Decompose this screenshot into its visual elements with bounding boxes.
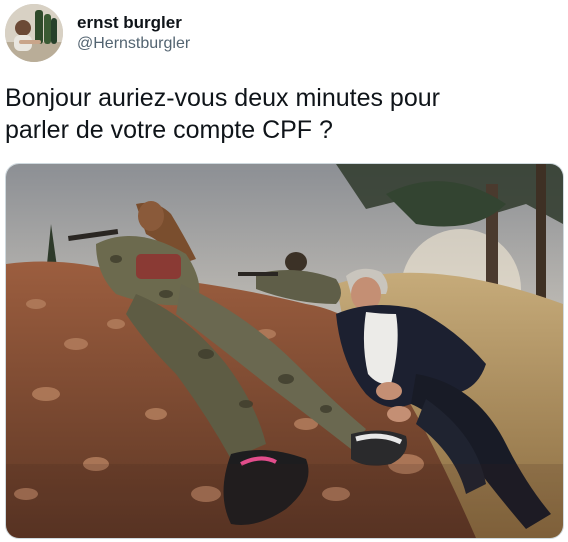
tweet-text-line-1: Bonjour auriez-vous deux minutes pour bbox=[5, 84, 440, 112]
tweet-text-line-2: parler de votre compte CPF ? bbox=[5, 116, 333, 144]
author-names: ernst burgler @Hernstburgler bbox=[77, 12, 190, 55]
photo-icon bbox=[6, 164, 563, 538]
tweet-text: Bonjour auriez-vous deux minutes pour pa… bbox=[5, 82, 560, 146]
tweet-media-photo[interactable] bbox=[5, 163, 564, 539]
tweet-header: ernst burgler @Hernstburgler bbox=[5, 3, 190, 63]
avatar-photo-icon bbox=[5, 4, 63, 62]
tweet-card: ernst burgler @Hernstburgler Bonjour aur… bbox=[0, 0, 568, 542]
avatar[interactable] bbox=[5, 4, 63, 62]
author-handle[interactable]: @Hernstburgler bbox=[77, 33, 190, 55]
author-display-name[interactable]: ernst burgler bbox=[77, 12, 190, 33]
